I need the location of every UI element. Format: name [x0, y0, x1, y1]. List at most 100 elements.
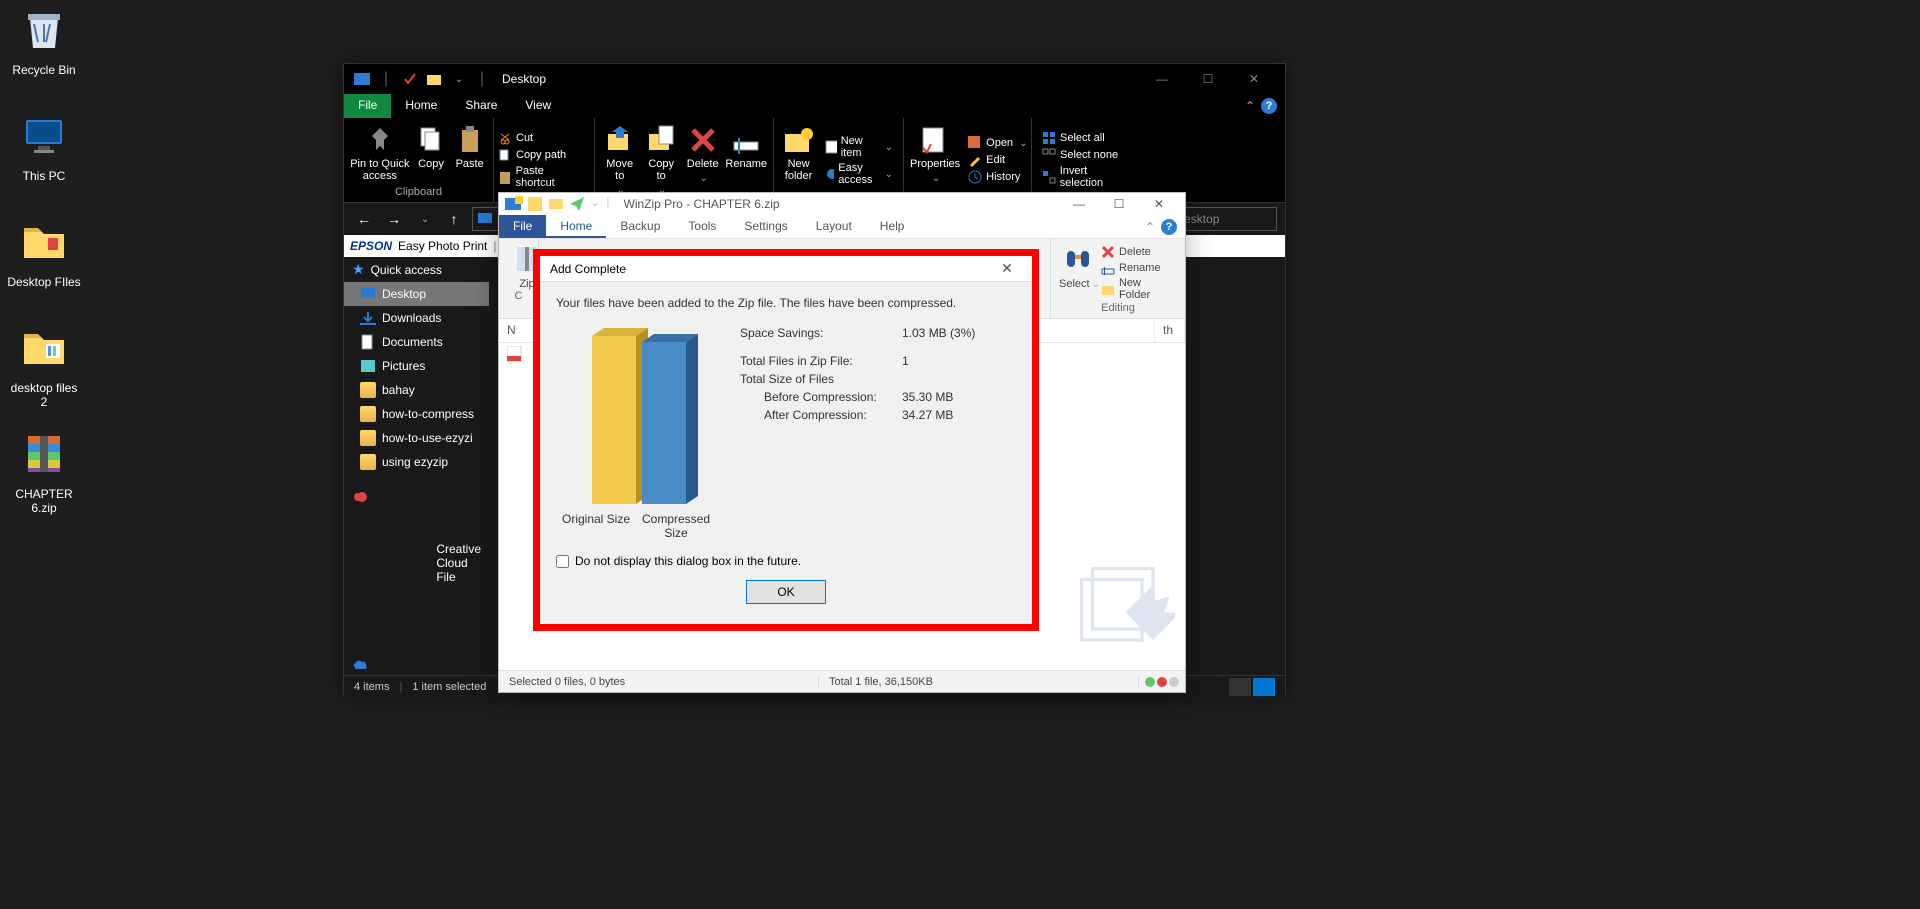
tab-home[interactable]: Home	[391, 94, 451, 118]
help-icon[interactable]: ?	[1161, 219, 1177, 235]
select-none-button[interactable]: Select none	[1038, 147, 1136, 163]
dialog-titlebar[interactable]: Add Complete ✕	[540, 256, 1032, 282]
view-large-icons-button[interactable]	[1253, 678, 1275, 696]
help-icon[interactable]: ?	[1261, 98, 1277, 114]
copy-to-button[interactable]: Copy to	[642, 122, 679, 198]
qat-properties-icon[interactable]	[400, 69, 420, 89]
qat-customize-dropdown[interactable]	[448, 69, 468, 89]
explorer-titlebar[interactable]: | | Desktop — ☐ ✕	[344, 64, 1285, 94]
explorer-system-icon[interactable]	[352, 69, 372, 89]
desktop-icon-this-pc[interactable]: This PC	[6, 112, 82, 183]
nav-back-button[interactable]: ←	[352, 207, 376, 231]
invert-selection-button[interactable]: Invert selection	[1038, 164, 1136, 190]
desktop-icon-desktop-files-2[interactable]: desktop files 2	[6, 324, 82, 409]
compression-stats: Space Savings:1.03 MB (3%) Total Files i…	[740, 326, 975, 540]
status-selected: Selected 0 files, 0 bytes	[499, 676, 819, 688]
tab-help[interactable]: Help	[866, 215, 919, 238]
move-to-button[interactable]: Move to	[601, 122, 638, 198]
ribbon-collapse-icon[interactable]: ⌃	[1145, 220, 1155, 234]
tab-layout[interactable]: Layout	[802, 215, 866, 238]
close-button[interactable]: ✕	[1139, 193, 1179, 215]
dialog-close-button[interactable]: ✕	[992, 256, 1022, 282]
copy-button[interactable]: Copy	[414, 122, 449, 184]
qat-send-icon[interactable]	[568, 195, 586, 213]
dialog-title: Add Complete	[550, 262, 626, 276]
view-details-button[interactable]	[1229, 678, 1251, 696]
tab-file[interactable]: File	[344, 94, 391, 118]
ok-button[interactable]: OK	[746, 580, 826, 604]
folder-icon	[360, 454, 376, 470]
rename-button[interactable]: Rename	[725, 122, 767, 198]
tab-backup[interactable]: Backup	[606, 215, 674, 238]
wz-delete-button[interactable]: Delete	[1099, 245, 1177, 259]
minimize-button[interactable]: —	[1059, 193, 1099, 215]
tab-file[interactable]: File	[499, 215, 546, 238]
desktop-icon-recycle-bin[interactable]: Recycle Bin	[6, 6, 82, 77]
select-button[interactable]: Select	[1059, 243, 1099, 302]
sidebar-onedrive[interactable]: OneDrive - Persona	[344, 652, 489, 675]
edit-icon	[968, 153, 982, 167]
edit-button[interactable]: Edit	[964, 152, 1031, 168]
wz-rename-button[interactable]: Rename	[1099, 261, 1177, 275]
sidebar-item-using-ezyzip[interactable]: using ezyzip	[344, 450, 489, 474]
qat-divider: |	[376, 69, 396, 89]
col-name[interactable]: N	[499, 319, 534, 342]
pin-to-quick-access-button[interactable]: Pin to Quick access	[350, 122, 410, 184]
paste-shortcut-button[interactable]: Paste shortcut	[494, 164, 588, 190]
maximize-button[interactable]: ☐	[1185, 64, 1231, 94]
sidebar-item-how-ezyzi[interactable]: how-to-use-ezyzi	[344, 426, 489, 450]
do-not-show-checkbox[interactable]: Do not display this dialog box in the fu…	[556, 554, 1016, 568]
sidebar-item-how-compress[interactable]: how-to-compress	[344, 402, 489, 426]
copy-path-button[interactable]: Copy path	[494, 147, 588, 163]
sidebar-item-pictures[interactable]: Pictures	[344, 354, 489, 378]
tab-home[interactable]: Home	[546, 215, 606, 238]
epson-app-label: Easy Photo Print	[398, 239, 487, 253]
paste-button[interactable]: Paste	[452, 122, 487, 184]
wz-new-folder-button[interactable]: New Folder	[1099, 277, 1177, 301]
minimize-button[interactable]: —	[1139, 64, 1185, 94]
nav-history-dropdown[interactable]	[412, 207, 436, 231]
tab-tools[interactable]: Tools	[674, 215, 730, 238]
maximize-button[interactable]: ☐	[1099, 193, 1139, 215]
select-all-button[interactable]: Select all	[1038, 130, 1136, 146]
open-button[interactable]: Open	[964, 135, 1031, 151]
before-compression-label: Before Compression:	[740, 390, 890, 404]
properties-icon	[919, 124, 951, 156]
desktop-icon-chapter6-zip[interactable]: CHAPTER 6.zip	[6, 430, 82, 515]
tab-view[interactable]: View	[511, 94, 565, 118]
tab-settings[interactable]: Settings	[730, 215, 801, 238]
pin-icon	[364, 124, 396, 156]
move-to-icon	[604, 124, 636, 156]
nav-forward-button[interactable]: →	[382, 207, 406, 231]
sidebar-creative-cloud[interactable]: Creative Cloud File	[344, 484, 489, 642]
sidebar-item-bahay[interactable]: bahay	[344, 378, 489, 402]
sidebar-item-documents[interactable]: Documents	[344, 330, 489, 354]
qat-open-icon[interactable]	[547, 195, 565, 213]
close-button[interactable]: ✕	[1231, 64, 1277, 94]
properties-button[interactable]: Properties	[910, 122, 960, 198]
desktop-icon-desktop-files[interactable]: Desktop FIles	[6, 218, 82, 289]
sidebar-quick-access[interactable]: Quick access	[344, 257, 489, 282]
sidebar-item-desktop[interactable]: Desktop	[344, 282, 489, 306]
qat-new-icon[interactable]	[526, 195, 544, 213]
checkbox-input[interactable]	[556, 555, 569, 568]
cut-button[interactable]: Cut	[494, 130, 588, 146]
winzip-app-icon[interactable]	[505, 195, 523, 213]
new-item-button[interactable]: New item	[821, 134, 897, 160]
qat-customize-dropdown[interactable]	[589, 195, 599, 213]
col-path[interactable]: th	[1155, 319, 1185, 342]
nav-up-button[interactable]: ↑	[442, 207, 466, 231]
delete-button[interactable]: Delete	[684, 122, 721, 198]
history-button[interactable]: History	[964, 169, 1031, 185]
new-folder-button[interactable]: New folder	[780, 122, 817, 198]
easy-access-button[interactable]: Easy access	[821, 161, 897, 187]
ribbon-collapse-icon[interactable]: ⌃	[1245, 99, 1255, 113]
bar-label-compressed: Compressed Size	[636, 512, 716, 540]
tab-share[interactable]: Share	[451, 94, 511, 118]
qat-folder-icon[interactable]	[424, 69, 444, 89]
explorer-title: Desktop	[502, 72, 546, 86]
winzip-titlebar[interactable]: | WinZip Pro - CHAPTER 6.zip — ☐ ✕	[499, 193, 1185, 215]
sidebar-item-downloads[interactable]: Downloads	[344, 306, 489, 330]
rename-icon	[1101, 261, 1115, 275]
bar-chart-icon	[566, 326, 706, 506]
